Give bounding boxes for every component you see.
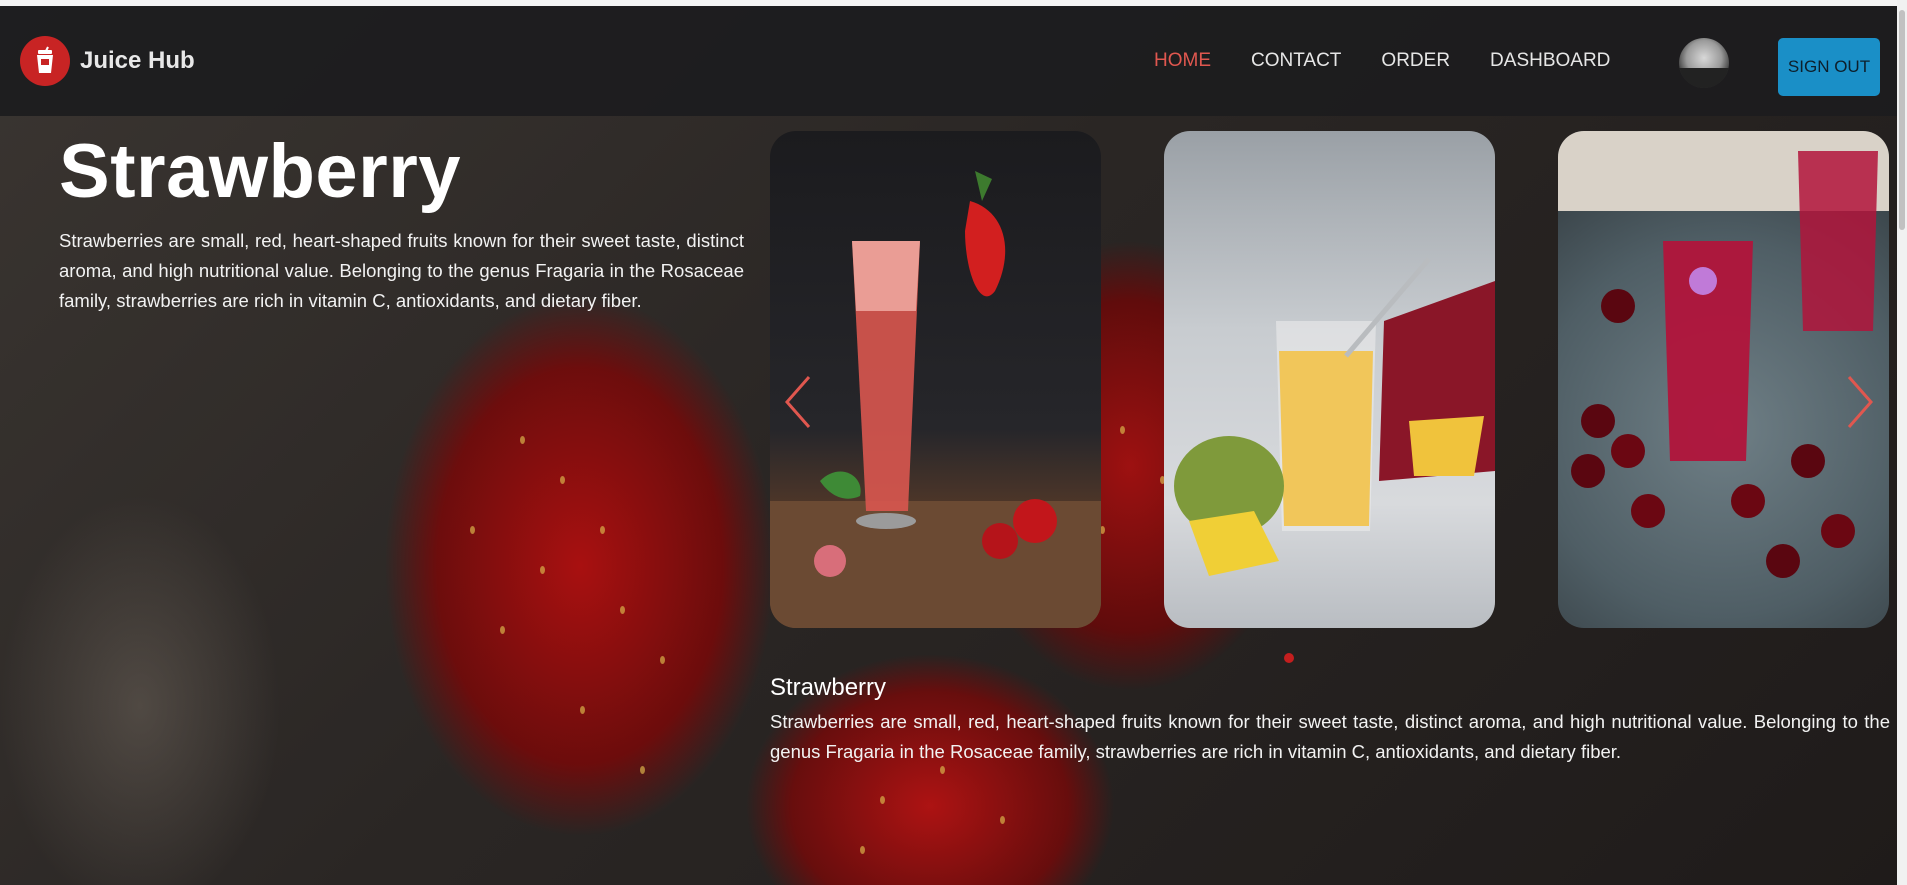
brand-name: Juice Hub — [80, 47, 195, 74]
chevron-left-icon — [785, 376, 811, 428]
sign-out-button[interactable]: SIGN OUT — [1778, 38, 1880, 96]
carousel-prev-button[interactable] — [778, 372, 818, 432]
carousel-caption-description: Strawberries are small, red, heart-shape… — [770, 711, 1890, 762]
carousel-next-button[interactable] — [1840, 372, 1880, 432]
hero-description: Strawberries are small, red, heart-shape… — [59, 230, 744, 311]
carousel-slide-strawberry-drink[interactable] — [770, 131, 1101, 628]
nav-links: HOME CONTACT ORDER DASHBOARD — [1154, 50, 1650, 72]
nav-contact-link[interactable]: CONTACT — [1251, 50, 1341, 72]
user-avatar[interactable] — [1679, 38, 1729, 88]
brand[interactable]: Juice Hub — [20, 36, 195, 86]
scrollbar-thumb[interactable] — [1899, 10, 1905, 230]
nav-dashboard-link[interactable]: DASHBOARD — [1490, 50, 1610, 72]
top-navbar: Juice Hub HOME CONTACT ORDER DASHBOARD S… — [0, 6, 1897, 116]
page-scrollbar[interactable] — [1897, 0, 1907, 885]
carousel-caption-title: Strawberry — [770, 674, 887, 701]
hero-title: Strawberry — [59, 129, 462, 214]
nav-home-link[interactable]: HOME — [1154, 50, 1211, 72]
juice-cup-icon — [20, 36, 70, 86]
carousel-slide-mango-smoothie[interactable] — [1164, 131, 1495, 628]
carousel-indicator-dot[interactable] — [1284, 653, 1294, 663]
chevron-right-icon — [1847, 376, 1873, 428]
nav-order-link[interactable]: ORDER — [1381, 50, 1450, 72]
